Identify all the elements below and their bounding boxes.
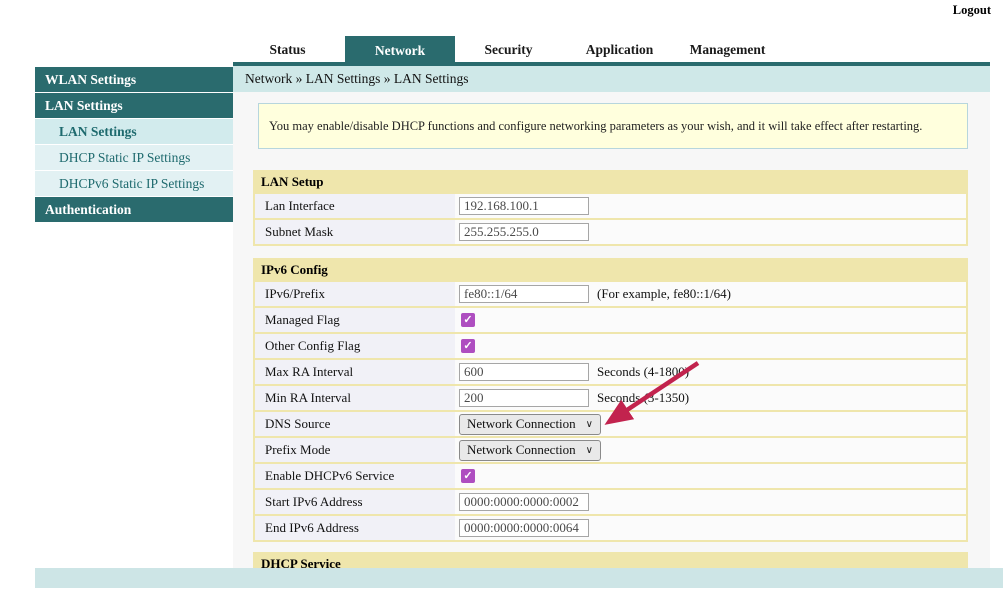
table-row: Lan Interface: [255, 192, 966, 218]
section-title-ipv6-config: IPv6 Config: [255, 260, 966, 280]
table-row: Other Config Flag: [255, 332, 966, 358]
table-row: Start IPv6 Address: [255, 488, 966, 514]
sidebar-item-lan-settings[interactable]: LAN Settings: [35, 119, 233, 144]
managed-flag-checkbox[interactable]: [461, 313, 475, 327]
section-title-lan-setup: LAN Setup: [255, 172, 966, 192]
field-label: Enable DHCPv6 Service: [255, 464, 455, 488]
sidebar-item-dhcpv6-static-ip[interactable]: DHCPv6 Static IP Settings: [35, 171, 233, 196]
tab-application[interactable]: Application: [572, 36, 667, 63]
field-label: Managed Flag: [255, 308, 455, 332]
select-value: Network Connection: [467, 442, 576, 458]
end-ipv6-address-input[interactable]: [459, 519, 589, 537]
field-label: IPv6/Prefix: [255, 282, 455, 306]
field-label: DNS Source: [255, 412, 455, 436]
ipv6-prefix-input[interactable]: [459, 285, 589, 303]
sidebar: WLAN Settings LAN Settings LAN Settings …: [35, 67, 233, 223]
table-row: Enable DHCPv6 Service: [255, 462, 966, 488]
min-ra-interval-input[interactable]: [459, 389, 589, 407]
chevron-down-icon: [586, 445, 593, 456]
lan-interface-input[interactable]: [459, 197, 589, 215]
table-row: Min RA Interval Seconds (3-1350): [255, 384, 966, 410]
field-label: Max RA Interval: [255, 360, 455, 384]
field-hint: Seconds (3-1350): [597, 390, 689, 406]
tab-management[interactable]: Management: [680, 36, 775, 63]
tab-status[interactable]: Status: [245, 36, 330, 63]
prefix-mode-select[interactable]: Network Connection: [459, 440, 601, 461]
main-content: You may enable/disable DHCP functions an…: [233, 92, 990, 568]
enable-dhcpv6-service-checkbox[interactable]: [461, 469, 475, 483]
field-label: Start IPv6 Address: [255, 490, 455, 514]
field-label: Subnet Mask: [255, 220, 455, 244]
field-label: Prefix Mode: [255, 438, 455, 462]
table-row: Prefix Mode Network Connection: [255, 436, 966, 462]
table-row: Subnet Mask: [255, 218, 966, 244]
subnet-mask-input[interactable]: [459, 223, 589, 241]
tab-security[interactable]: Security: [466, 36, 551, 63]
sidebar-item-dhcp-static-ip[interactable]: DHCP Static IP Settings: [35, 145, 233, 170]
start-ipv6-address-input[interactable]: [459, 493, 589, 511]
notice-box: You may enable/disable DHCP functions an…: [258, 103, 968, 149]
field-label: Min RA Interval: [255, 386, 455, 410]
sidebar-item-authentication[interactable]: Authentication: [35, 197, 233, 222]
field-hint: (For example, fe80::1/64): [597, 286, 731, 302]
field-label: End IPv6 Address: [255, 516, 455, 540]
logout-link[interactable]: Logout: [953, 3, 991, 18]
table-row: DNS Source Network Connection: [255, 410, 966, 436]
max-ra-interval-input[interactable]: [459, 363, 589, 381]
field-label: Other Config Flag: [255, 334, 455, 358]
field-label: Lan Interface: [255, 194, 455, 218]
dns-source-select[interactable]: Network Connection: [459, 414, 601, 435]
chevron-down-icon: [586, 419, 593, 430]
field-hint: Seconds (4-1800): [597, 364, 689, 380]
sidebar-item-wlan-settings[interactable]: WLAN Settings: [35, 67, 233, 92]
other-config-flag-checkbox[interactable]: [461, 339, 475, 353]
table-row: Managed Flag: [255, 306, 966, 332]
select-value: Network Connection: [467, 416, 576, 432]
sidebar-item-lan-settings-group[interactable]: LAN Settings: [35, 93, 233, 118]
table-row: End IPv6 Address: [255, 514, 966, 540]
ipv6-config-section: IPv6 Config IPv6/Prefix (For example, fe…: [253, 258, 968, 542]
tab-network[interactable]: Network: [345, 36, 455, 66]
breadcrumb: Network » LAN Settings » LAN Settings: [233, 66, 990, 92]
bottom-bar: [35, 568, 1003, 588]
table-row: IPv6/Prefix (For example, fe80::1/64): [255, 280, 966, 306]
lan-setup-section: LAN Setup Lan Interface Subnet Mask: [253, 170, 968, 246]
table-row: Max RA Interval Seconds (4-1800): [255, 358, 966, 384]
